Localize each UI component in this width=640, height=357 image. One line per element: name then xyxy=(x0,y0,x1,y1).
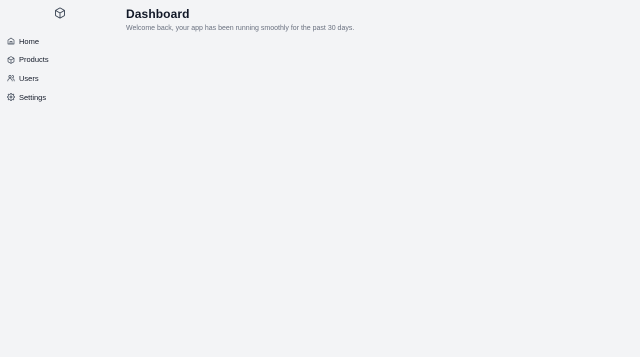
package-icon xyxy=(7,56,15,64)
home-icon xyxy=(7,37,15,45)
page-title: Dashboard xyxy=(126,7,190,21)
page-subtitle: Welcome back, your app has been running … xyxy=(126,25,355,32)
sidebar-item-label: Products xyxy=(19,55,49,65)
sidebar-nav: Home Products Users Settings xyxy=(7,32,111,106)
gear-icon xyxy=(7,93,15,102)
sidebar-item-users[interactable]: Users xyxy=(7,69,111,88)
sidebar-item-label: Users xyxy=(19,73,39,83)
main-content: Dashboard Welcome back, your app has bee… xyxy=(126,7,630,33)
app-shell: Home Products Users Settings Dashboard W… xyxy=(0,0,640,357)
sidebar-item-label: Home xyxy=(19,36,40,46)
sidebar: Home Products Users Settings xyxy=(0,0,118,357)
sidebar-item-settings[interactable]: Settings xyxy=(7,88,111,107)
logo-package-icon[interactable] xyxy=(54,7,66,19)
sidebar-item-home[interactable]: Home xyxy=(7,32,111,51)
users-icon xyxy=(7,74,15,82)
sidebar-item-products[interactable]: Products xyxy=(7,51,111,70)
sidebar-item-label: Settings xyxy=(19,92,47,102)
